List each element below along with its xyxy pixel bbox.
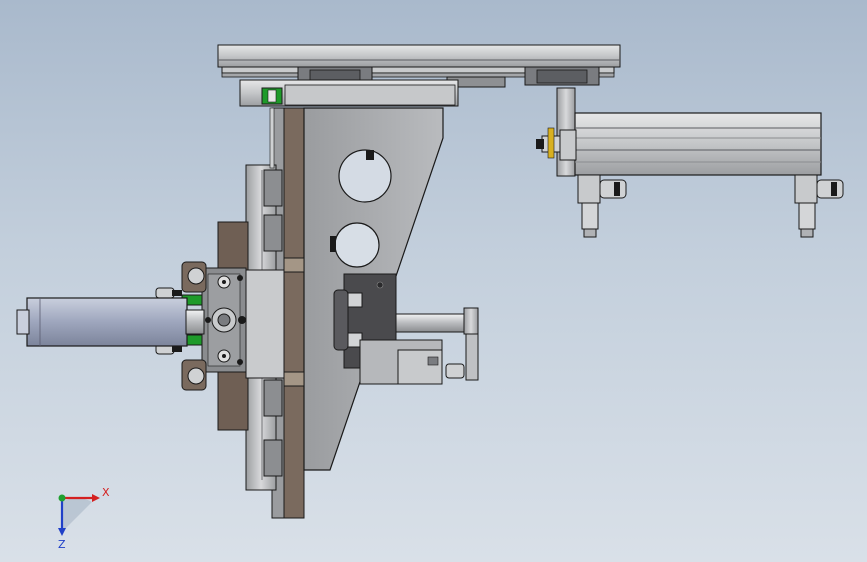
axis-z-label: Z xyxy=(58,538,66,550)
cad-viewport[interactable]: X Z xyxy=(0,0,867,562)
valve-manifold[interactable] xyxy=(201,267,247,373)
lower-l-bracket xyxy=(359,339,443,385)
gusset-hole-lower xyxy=(334,222,380,268)
origin-sphere-icon xyxy=(58,494,66,502)
brown-spacer xyxy=(283,257,305,273)
gusset-hole-upper xyxy=(338,149,392,203)
coordinate-triad: X Z xyxy=(58,486,110,550)
mechanical-assembly-model[interactable] xyxy=(0,0,867,562)
axis-x-label: X xyxy=(102,486,110,499)
right-cylinder-ports xyxy=(577,174,844,238)
center-block xyxy=(245,269,285,379)
thin-guide-strip xyxy=(269,107,275,169)
fitting-top-core xyxy=(267,89,277,103)
left-pneumatic-cylinder[interactable] xyxy=(16,297,205,347)
rail-carriage-right[interactable] xyxy=(524,66,600,86)
guide-rod[interactable] xyxy=(395,313,467,333)
brown-spacer-lower xyxy=(283,371,305,387)
right-pneumatic-cylinder[interactable] xyxy=(536,112,822,176)
back-plate-brown xyxy=(281,107,305,519)
